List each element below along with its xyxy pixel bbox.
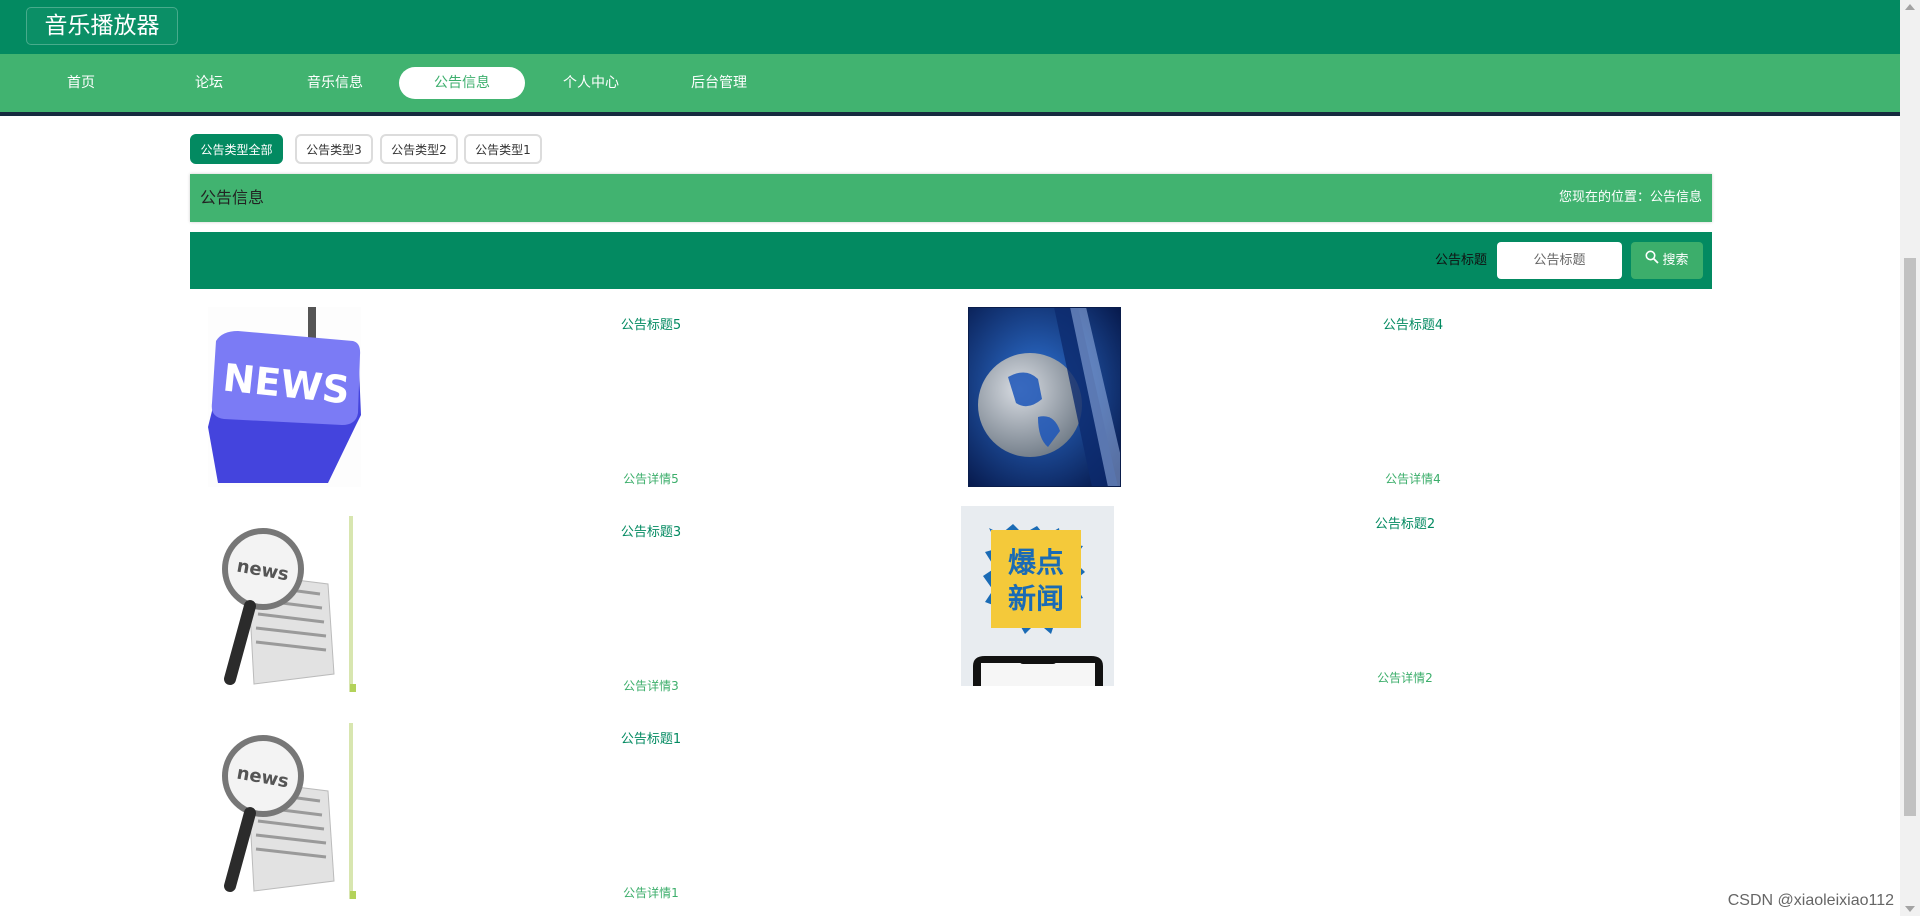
announcement-title-2[interactable]: 公告标题2 xyxy=(1335,513,1475,532)
announcement-detail-3[interactable]: 公告详情3 xyxy=(581,677,721,694)
announcement-image-2[interactable]: 爆点 新闻 xyxy=(961,506,1114,686)
nav-admin[interactable]: 后台管理 xyxy=(678,67,760,99)
app-logo[interactable]: 音乐播放器 xyxy=(26,7,178,45)
announcement-detail-1[interactable]: 公告详情1 xyxy=(581,884,721,901)
top-header: 音乐播放器 xyxy=(0,0,1900,54)
nav-announcements[interactable]: 公告信息 xyxy=(399,67,525,99)
search-bar: 公告标题 搜索 xyxy=(190,232,1712,289)
search-label: 公告标题 xyxy=(1434,253,1487,268)
announcement-title-5[interactable]: 公告标题5 xyxy=(581,314,721,333)
announcement-detail-5[interactable]: 公告详情5 xyxy=(581,470,721,487)
filter-type-1[interactable]: 公告类型1 xyxy=(464,134,542,164)
announcement-detail-4[interactable]: 公告详情4 xyxy=(1343,470,1483,487)
filter-all[interactable]: 公告类型全部 xyxy=(190,134,283,164)
nav-personal-center[interactable]: 个人中心 xyxy=(550,67,632,99)
scrollbar-thumb[interactable] xyxy=(1904,258,1916,816)
filter-type-2[interactable]: 公告类型2 xyxy=(380,134,458,164)
section-header: 公告信息 您现在的位置：公告信息 xyxy=(190,174,1712,222)
watermark: CSDN @xiaoleixiao112 xyxy=(1727,892,1894,909)
search-icon xyxy=(1645,242,1660,279)
breaking-news-phone-image: 爆点 新闻 xyxy=(961,506,1114,686)
magnifier-newspaper-image: news xyxy=(208,721,361,901)
magnifier-newspaper-image: news xyxy=(208,514,361,694)
search-input[interactable] xyxy=(1497,242,1622,279)
news-key-image: NEWS xyxy=(208,307,361,487)
svg-text:新闻: 新闻 xyxy=(1008,582,1064,615)
nav-music-info[interactable]: 音乐信息 xyxy=(294,67,376,99)
announcement-image-4[interactable] xyxy=(968,307,1121,487)
announcement-image-3[interactable]: news xyxy=(208,514,361,694)
announcement-title-4[interactable]: 公告标题4 xyxy=(1343,314,1483,333)
announcement-detail-2[interactable]: 公告详情2 xyxy=(1335,669,1475,686)
nav-forum[interactable]: 论坛 xyxy=(168,67,250,99)
announcement-title-3[interactable]: 公告标题3 xyxy=(581,521,721,540)
page-scrollbar[interactable] xyxy=(1900,0,1920,916)
svg-text:爆点: 爆点 xyxy=(1008,546,1064,579)
filter-type-3[interactable]: 公告类型3 xyxy=(295,134,373,164)
globe-broadcast-image xyxy=(968,307,1121,487)
announcement-image-5[interactable]: NEWS xyxy=(208,307,361,487)
breadcrumb: 您现在的位置：公告信息 xyxy=(1559,174,1702,222)
announcement-title-1[interactable]: 公告标题1 xyxy=(581,728,721,747)
search-button-label: 搜索 xyxy=(1662,253,1689,268)
nav-home[interactable]: 首页 xyxy=(40,67,122,99)
breadcrumb-current[interactable]: 公告信息 xyxy=(1650,190,1702,205)
announcement-image-1[interactable]: news xyxy=(208,721,361,901)
scroll-up-icon[interactable] xyxy=(1905,4,1915,10)
section-title: 公告信息 xyxy=(200,188,265,207)
search-button[interactable]: 搜索 xyxy=(1631,242,1703,279)
breadcrumb-label: 您现在的位置： xyxy=(1558,190,1650,205)
scroll-down-icon[interactable] xyxy=(1905,906,1915,912)
main-nav: 首页 论坛 音乐信息 公告信息 个人中心 后台管理 xyxy=(0,54,1900,116)
